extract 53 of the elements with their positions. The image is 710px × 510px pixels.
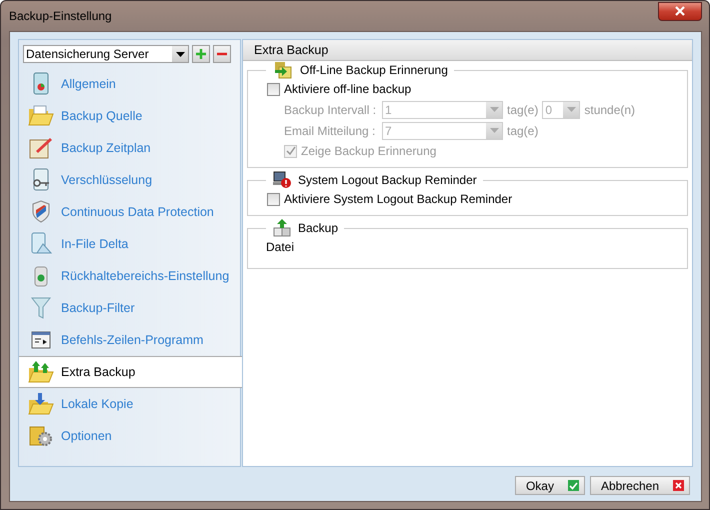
sidebar-item[interactable]: Befehls-Zeilen-Programm <box>19 324 240 356</box>
remove-button[interactable] <box>213 45 231 63</box>
minus-icon <box>217 52 227 56</box>
close-icon <box>674 6 686 16</box>
caret-icon <box>490 128 498 133</box>
folder-icon <box>28 105 54 127</box>
profile-dropdown[interactable]: Datensicherung Server <box>23 45 189 63</box>
sidebar-item[interactable]: Backup Zeitplan <box>19 132 240 164</box>
panel-header: Extra Backup <box>243 40 692 61</box>
unit-label: tag(e) <box>507 102 538 116</box>
window-title: Backup-Einstellung <box>9 9 112 23</box>
shield-icon <box>30 200 52 224</box>
funnel-icon <box>30 296 52 320</box>
group-title: Backup <box>298 221 338 235</box>
unit-label: stunde(n) <box>584 102 636 116</box>
checkbox[interactable]: Aktiviere off-line backup <box>267 79 687 99</box>
cross-icon <box>673 480 684 491</box>
group-title: Off-Line Backup Erinnerung <box>300 63 448 77</box>
caret-icon <box>490 107 498 112</box>
folder-download-icon <box>28 392 54 416</box>
checkmark-icon <box>568 480 579 491</box>
caret-icon <box>566 107 576 112</box>
sidebar-item[interactable]: Backup-Filter <box>19 292 240 324</box>
sidebar-item[interactable]: Backup Quelle <box>19 100 240 132</box>
field-label: Backup Intervall : <box>284 102 378 116</box>
backup-type-text: Datei <box>266 239 296 256</box>
caret-icon <box>176 52 184 56</box>
checkbox[interactable]: Aktiviere System Logout Backup Reminder <box>267 189 687 209</box>
sidebar-item[interactable]: Rückhaltebereichs-Einstellung <box>19 260 240 292</box>
calendar-pencil-icon <box>28 136 54 160</box>
sidebar-item[interactable]: Continuous Data Protection <box>19 196 240 228</box>
add-button[interactable] <box>192 45 210 63</box>
close-button[interactable] <box>658 2 702 20</box>
cancel-button[interactable]: Abbrechen <box>590 476 690 495</box>
sidebar-item[interactable]: Lokale Kopie <box>19 388 240 420</box>
sidebar-item[interactable]: Verschlüsselung <box>19 164 240 196</box>
checkmark-icon <box>286 146 296 156</box>
folder-arrow-icon <box>272 61 294 79</box>
plus-icon <box>196 49 206 59</box>
okay-button[interactable]: Okay <box>514 476 585 495</box>
sidebar-item[interactable]: In-File Delta <box>19 228 240 260</box>
document-triangle-icon <box>29 232 53 256</box>
unit-label: tag(e) <box>507 124 538 138</box>
folder-gear-icon <box>28 424 54 448</box>
sidebar-item[interactable]: Extra Backup <box>19 356 242 388</box>
sidebar-item[interactable]: Allgemein <box>19 68 240 100</box>
group-title: System Logout Backup Reminder <box>298 173 477 187</box>
folder-upload-icon <box>28 360 54 384</box>
terminal-icon <box>30 329 52 351</box>
computer-warning-icon <box>272 171 292 189</box>
sidebar-item[interactable]: Optionen <box>19 420 240 452</box>
field-label: Email Mitteilung : <box>284 124 376 138</box>
upload-boxes-icon <box>272 219 292 237</box>
